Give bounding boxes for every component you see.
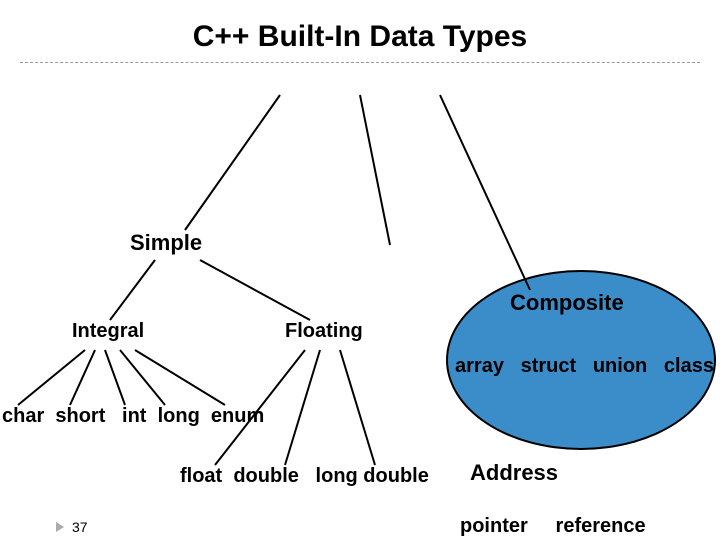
leaves-address: pointer reference xyxy=(460,515,646,538)
page-title: C++ Built-In Data Types xyxy=(0,20,720,54)
node-simple: Simple xyxy=(130,230,202,256)
leaves-integral: char short int long enum xyxy=(2,405,264,428)
leaves-composite: array struct union class xyxy=(455,355,714,378)
divider xyxy=(20,62,700,63)
node-integral: Integral xyxy=(72,320,144,343)
slide-number: 37 xyxy=(56,519,88,535)
node-address: Address xyxy=(470,460,558,486)
leaves-floating: float double long double xyxy=(180,465,429,488)
slide-number-value: 37 xyxy=(72,519,88,535)
node-composite: Composite xyxy=(510,290,624,316)
slide-marker-icon xyxy=(56,522,64,532)
node-floating: Floating xyxy=(285,320,363,343)
